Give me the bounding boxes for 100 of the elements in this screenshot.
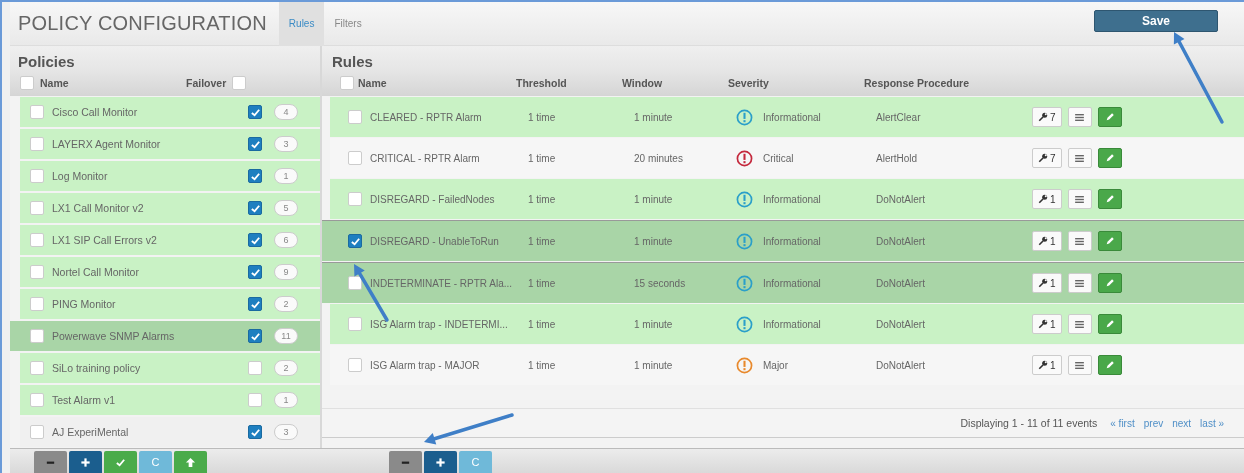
policy-name: Cisco Call Monitor	[52, 106, 139, 118]
column-header: Window	[622, 77, 664, 89]
procedure-cell-text: DoNotAlert	[875, 318, 926, 330]
checkbox[interactable]	[248, 329, 262, 343]
list-button[interactable]	[1067, 355, 1092, 375]
threshold-cell-text: 1 time	[527, 193, 557, 205]
window-cell-text: 15 seconds	[633, 277, 687, 289]
procedure-cell-text: AlertClear	[875, 111, 922, 123]
tools-button[interactable]: 1	[1032, 231, 1062, 251]
count-badge: 5	[274, 200, 298, 216]
tab[interactable]: Filters	[324, 1, 372, 46]
list-button[interactable]	[1067, 107, 1092, 127]
tools-button[interactable]: 7	[1032, 107, 1062, 127]
checkbox[interactable]	[348, 234, 362, 248]
window-cell-text: 20 minutes	[633, 152, 684, 164]
policy-row[interactable]: LAYERX Agent Monitor 3	[20, 129, 320, 159]
add-button[interactable]	[424, 451, 457, 473]
tools-button[interactable]: 7	[1032, 148, 1062, 168]
policy-row[interactable]: Cisco Call Monitor 4	[20, 97, 320, 127]
severity-cell-text: Informational	[762, 277, 821, 289]
wrench-icon	[1038, 319, 1048, 329]
list-button[interactable]	[1067, 314, 1092, 334]
list-button[interactable]	[1067, 148, 1092, 168]
plus-icon	[80, 456, 91, 468]
policy-name: Log Monitor	[52, 170, 109, 182]
edit-button[interactable]	[1097, 107, 1122, 127]
wrench-icon	[1038, 153, 1048, 163]
checkbox[interactable]	[248, 201, 262, 215]
pagination-link[interactable]: prev	[1143, 417, 1164, 429]
policy-row[interactable]: Powerwave SNMP Alarms 11	[10, 321, 320, 351]
procedure-cell-text: AlertHold	[875, 152, 919, 164]
rule-row[interactable]: DISREGARD - FailedNodes 1 time 1 minute Informational DoNotAlert 1	[330, 179, 1244, 219]
window-cell-text: 1 minute	[633, 111, 674, 123]
pencil-icon	[1104, 153, 1115, 163]
checkbox[interactable]	[248, 233, 262, 247]
window-title: POLICY CONFIGURATION	[18, 12, 267, 35]
checkbox[interactable]	[248, 169, 262, 183]
upload-button[interactable]	[174, 451, 207, 473]
list-button[interactable]	[1067, 231, 1092, 251]
rule-row[interactable]: CLEARED - RPTR Alarm 1 time 1 minute Informational AlertClear 7	[330, 97, 1244, 137]
policy-row[interactable]: LX1 SIP Call Errors v2 6	[20, 225, 320, 255]
pencil-icon	[1104, 236, 1115, 246]
list-button[interactable]	[1067, 273, 1092, 293]
add-button[interactable]	[69, 451, 102, 473]
rule-name: DISREGARD - FailedNodes	[369, 193, 496, 205]
checkbox[interactable]	[248, 425, 262, 439]
count-badge: 2	[274, 360, 298, 376]
window-cell-text: 1 minute	[633, 193, 674, 205]
edit-button[interactable]	[1097, 355, 1122, 375]
procedure-cell-text: DoNotAlert	[875, 235, 926, 247]
rule-row[interactable]: INDETERMINATE - RPTR Ala... 1 time 15 seconds Informational DoNotAlert 1	[322, 262, 1244, 303]
pagination-summary: Displaying 1 - 11 of 11 events	[960, 417, 1098, 429]
list-icon	[1075, 195, 1085, 203]
tab[interactable]: Rules	[278, 1, 325, 46]
policy-row[interactable]: PING Monitor 2	[20, 289, 320, 319]
section-title: Policies	[18, 53, 75, 70]
tools-button[interactable]: 1	[1032, 189, 1062, 209]
severity-cell-text: Informational	[762, 111, 821, 123]
threshold-cell-text: 1 time	[527, 359, 557, 371]
policy-row[interactable]: Log Monitor 1	[20, 161, 320, 191]
tools-button[interactable]: 1	[1032, 273, 1062, 293]
edit-button[interactable]	[1097, 148, 1122, 168]
checkbox[interactable]	[248, 105, 262, 119]
tools-button[interactable]: 1	[1032, 355, 1062, 375]
checkbox[interactable]	[248, 265, 262, 279]
rule-row[interactable]: ISG Alarm trap - INDETERMI... 1 time 1 minute Informational DoNotAlert 1	[330, 304, 1244, 344]
tools-count: 1	[1050, 318, 1056, 330]
edit-button[interactable]	[1097, 273, 1122, 293]
count-badge: 11	[274, 328, 298, 344]
pagination-link[interactable]: last »	[1200, 417, 1224, 429]
policy-row[interactable]: Nortel Call Monitor 9	[20, 257, 320, 287]
tools-count: 1	[1050, 277, 1056, 289]
wrench-icon	[1038, 278, 1048, 288]
count-badge: 3	[274, 136, 298, 152]
policy-name: Powerwave SNMP Alarms	[52, 330, 176, 342]
pencil-icon	[1104, 319, 1115, 329]
policy-name: LX1 Call Monitor v2	[52, 202, 145, 214]
rule-row[interactable]: DISREGARD - UnableToRun 1 time 1 minute Informational DoNotAlert 1	[322, 220, 1244, 261]
edit-button[interactable]	[1097, 314, 1122, 334]
policy-row[interactable]: LX1 Call Monitor v2 5	[20, 193, 320, 223]
pencil-icon	[1104, 278, 1115, 288]
tools-count: 1	[1050, 359, 1056, 371]
edit-button[interactable]	[1097, 231, 1122, 251]
threshold-cell-text: 1 time	[527, 152, 557, 164]
list-icon	[1075, 320, 1085, 328]
checkbox[interactable]	[248, 297, 262, 311]
procedure-cell-text: DoNotAlert	[875, 359, 926, 371]
pagination-link[interactable]: « first	[1110, 417, 1135, 429]
tools-button[interactable]: 1	[1032, 314, 1062, 334]
pagination-link[interactable]: next	[1172, 417, 1192, 429]
wrench-icon	[1038, 112, 1048, 122]
policy-name: AJ ExperiMental	[52, 426, 130, 438]
column-header: Name	[40, 77, 70, 89]
window-cell-text: 1 minute	[633, 235, 674, 247]
edit-button[interactable]	[1097, 189, 1122, 209]
count-badge: 6	[274, 232, 298, 248]
list-button[interactable]	[1067, 189, 1092, 209]
save-button[interactable]: Save	[1094, 9, 1218, 32]
procedure-cell-text: DoNotAlert	[875, 193, 926, 205]
checkbox[interactable]	[248, 137, 262, 151]
